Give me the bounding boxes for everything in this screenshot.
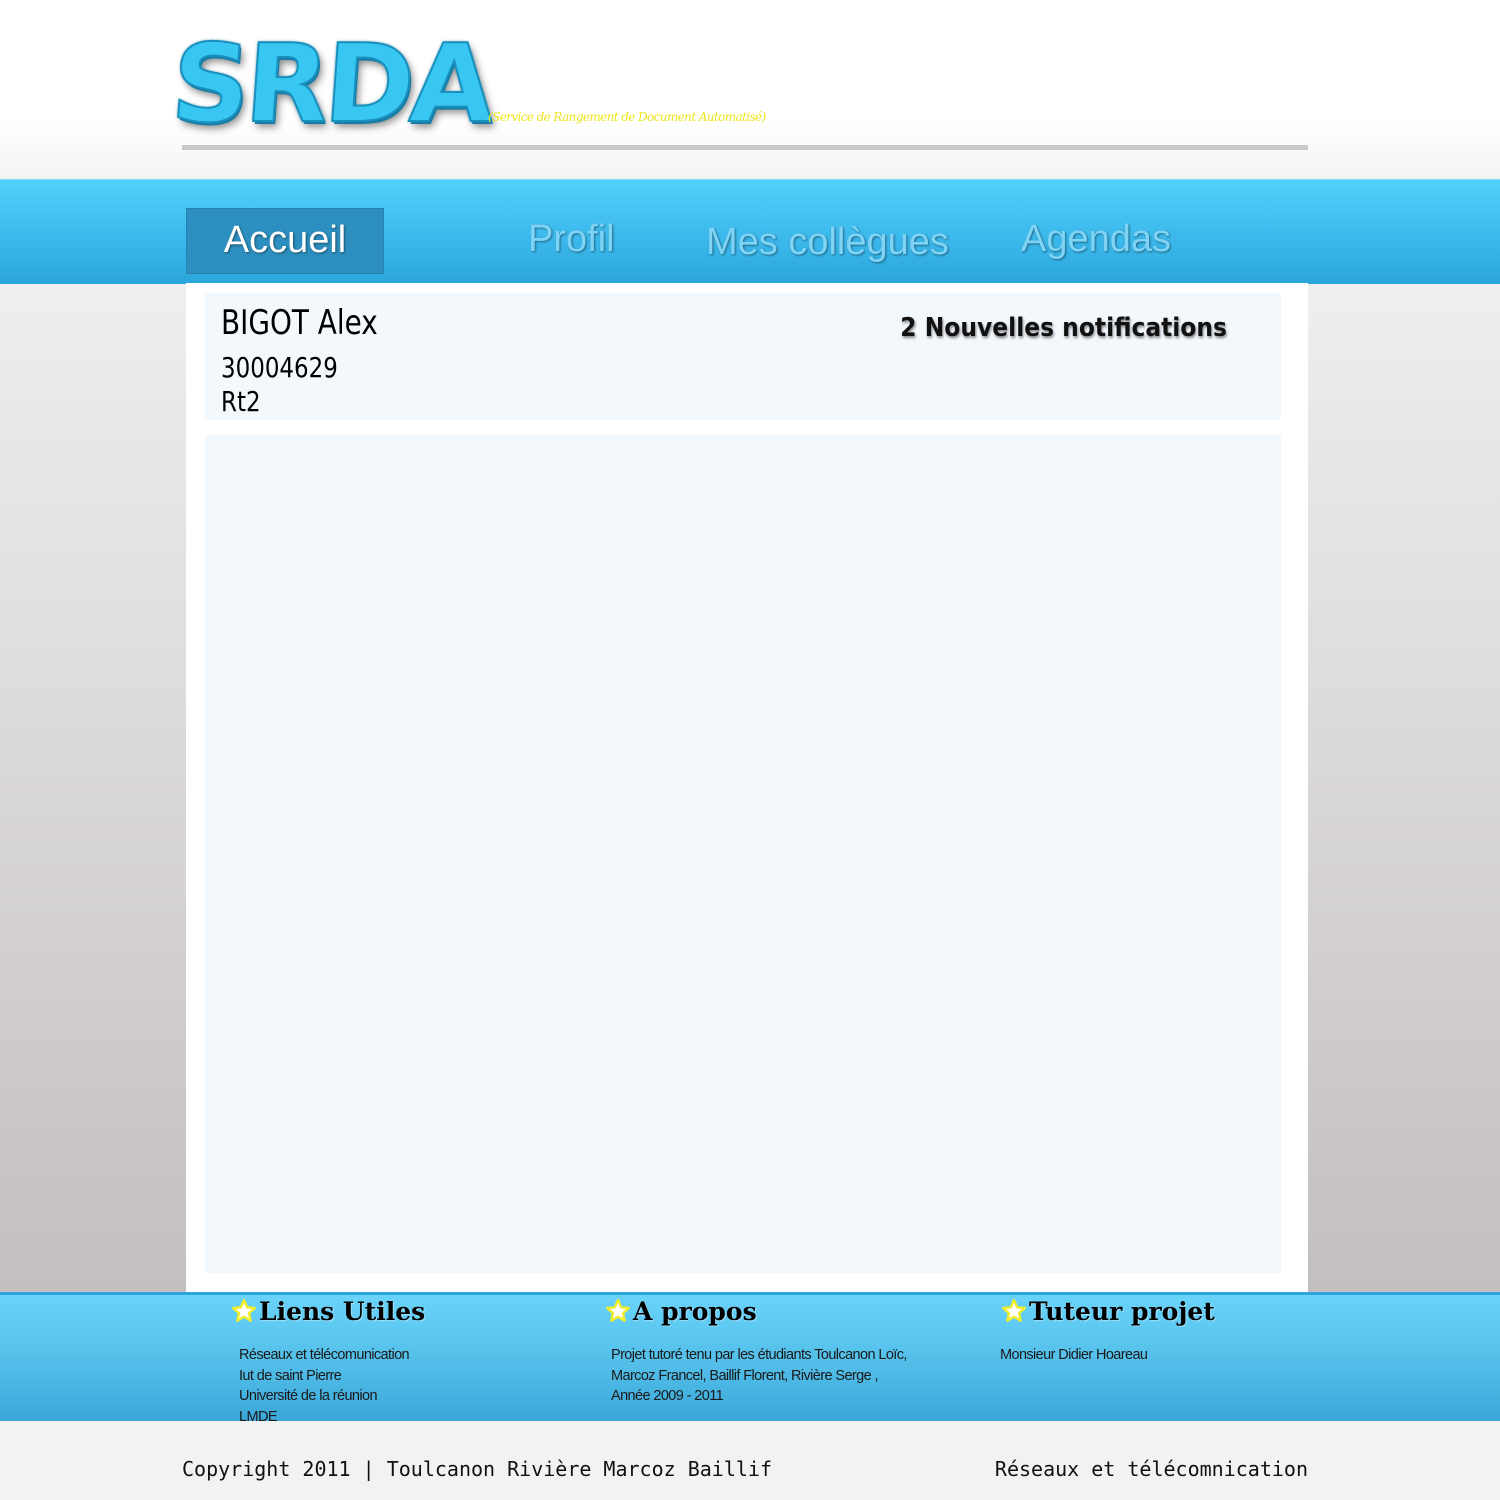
content-area: [205, 435, 1281, 1273]
copyright-text: Copyright 2011 | Toulcanon Rivière Marco…: [182, 1457, 773, 1481]
main-navbar: Accueil Profil Mes collègues Agendas: [0, 179, 1500, 284]
nav-item-accueil[interactable]: Accueil: [186, 208, 384, 274]
nav-item-mes-collegues[interactable]: Mes collègues: [706, 221, 949, 264]
footer-text-line: Marcoz Francel, Baillif Florent, Rivière…: [611, 1367, 879, 1384]
footer-link[interactable]: Université de la réunion: [239, 1386, 409, 1407]
logo-tagline: (Service de Rangement de Document Automa…: [488, 110, 766, 124]
user-name: BIGOT Alex: [221, 303, 378, 343]
footer-title-liens-utiles: Liens Utiles: [259, 1297, 426, 1326]
nav-item-agendas[interactable]: Agendas: [1021, 218, 1171, 261]
copyright-bar: Copyright 2011 | Toulcanon Rivière Marco…: [0, 1421, 1500, 1500]
star-icon: [231, 1298, 257, 1322]
notifications-link[interactable]: 2 Nouvelles notifications: [900, 313, 1227, 343]
footer-title-tuteur-projet: Tuteur projet: [1029, 1297, 1215, 1326]
user-student-id: 30004629: [221, 351, 338, 384]
nav-item-profil[interactable]: Profil: [528, 218, 615, 261]
star-icon: [1001, 1298, 1027, 1322]
footer-text-line: Projet tutoré tenu par les étudiants Tou…: [611, 1347, 907, 1363]
footer: Liens Utiles Réseaux et télécomunication…: [0, 1292, 1500, 1425]
header-divider: [182, 145, 1308, 150]
user-info-panel: BIGOT Alex 30004629 Rt2 2 Nouvelles noti…: [205, 293, 1281, 420]
srda-logo[interactable]: SRDA: [167, 21, 496, 148]
footer-title-a-propos: A propos: [633, 1297, 757, 1326]
footer-link[interactable]: Réseaux et télécomunication: [239, 1345, 410, 1366]
star-icon: [605, 1298, 631, 1322]
footer-text-line: Année 2009 - 2011: [611, 1388, 724, 1404]
user-group: Rt2: [221, 385, 261, 418]
department-text: Réseaux et télécomnication: [994, 1457, 1308, 1481]
footer-text-line: Monsieur Didier Hoareau: [1000, 1347, 1148, 1363]
main-content-column: BIGOT Alex 30004629 Rt2 2 Nouvelles noti…: [186, 283, 1308, 1293]
footer-link[interactable]: Iut de saint Pierre: [239, 1366, 409, 1387]
